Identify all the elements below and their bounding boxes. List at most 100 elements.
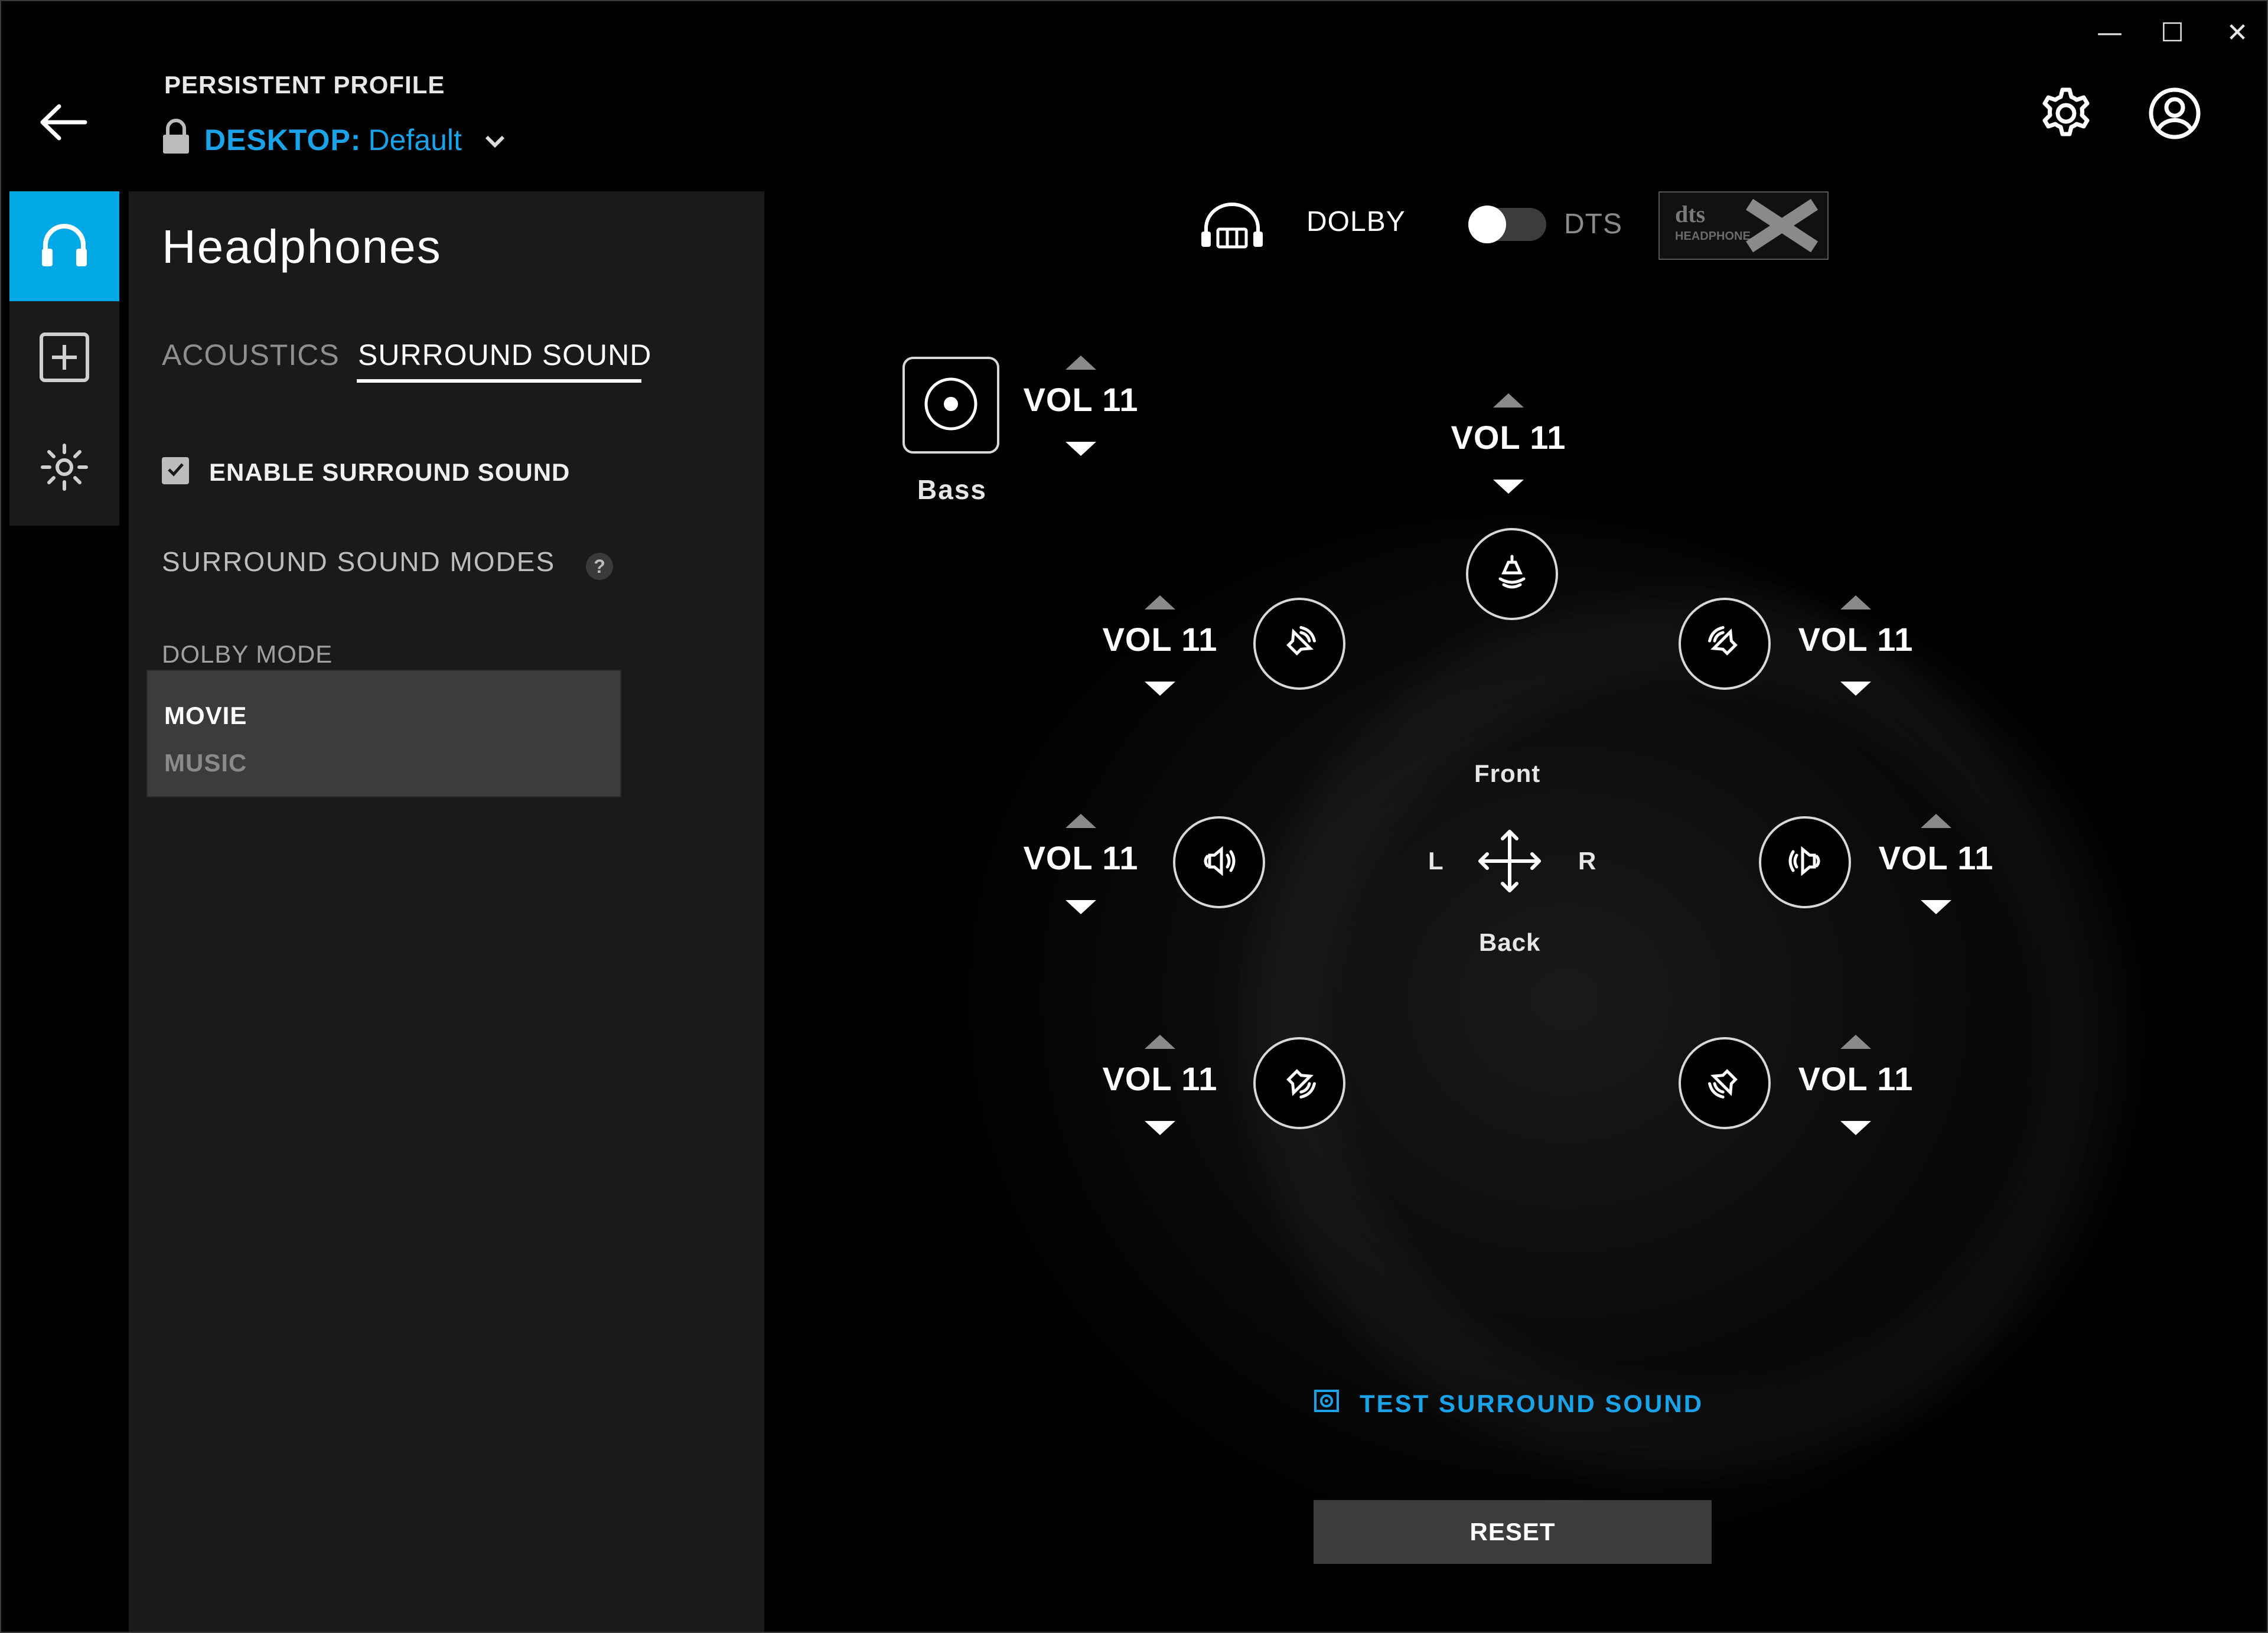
center-vol-value: VOL 11 bbox=[1451, 419, 1566, 456]
bass-vol-down-arrow[interactable] bbox=[1065, 442, 1096, 456]
help-icon[interactable]: ? bbox=[586, 553, 613, 580]
front-left-speaker-icon bbox=[1276, 619, 1323, 669]
front-right-volume: VOL 11 bbox=[1797, 595, 1915, 713]
profile-name: Default bbox=[368, 123, 462, 157]
front-left-volume: VOL 11 bbox=[1101, 595, 1219, 713]
panel-title: Headphones bbox=[162, 220, 442, 273]
side-right-speaker-icon bbox=[1781, 837, 1829, 888]
front-right-vol-up-arrow[interactable] bbox=[1840, 595, 1871, 609]
dts-headphone-x-logo: dts HEADPHONE bbox=[1658, 191, 1829, 260]
front-right-vol-down-arrow[interactable] bbox=[1840, 682, 1871, 696]
front-left-vol-up-arrow[interactable] bbox=[1145, 595, 1175, 609]
side-left-speaker-icon bbox=[1195, 837, 1243, 888]
front-left-vol-down-arrow[interactable] bbox=[1145, 682, 1175, 696]
speaker-test-icon bbox=[1314, 1389, 1340, 1419]
bass-vol-up-arrow[interactable] bbox=[1065, 356, 1096, 370]
dolby-mode-label: DOLBY MODE bbox=[162, 640, 333, 668]
bass-volume: VOL 11 bbox=[1022, 356, 1140, 474]
side-left-speaker-button[interactable] bbox=[1173, 816, 1265, 908]
rail-headphones-button[interactable] bbox=[9, 191, 119, 301]
back-label: Back bbox=[1479, 928, 1541, 956]
front-right-speaker-button[interactable] bbox=[1679, 598, 1771, 690]
front-label: Front bbox=[1474, 760, 1541, 787]
side-right-volume: VOL 11 bbox=[1877, 814, 1995, 932]
side-left-vol-value: VOL 11 bbox=[1023, 839, 1139, 876]
checkmark-icon bbox=[165, 459, 186, 483]
settings-panel: Headphones ACOUSTICS SURROUND SOUND ENAB… bbox=[129, 191, 764, 1632]
profile-selector[interactable]: DESKTOP: Default bbox=[161, 119, 507, 161]
front-left-speaker-button[interactable] bbox=[1253, 598, 1345, 690]
rail-add-button[interactable] bbox=[9, 304, 119, 413]
bass-speaker-button[interactable] bbox=[902, 357, 999, 454]
minimize-button[interactable]: — bbox=[2086, 18, 2133, 48]
rear-right-vol-up-arrow[interactable] bbox=[1840, 1035, 1871, 1049]
center-vol-down-arrow[interactable] bbox=[1493, 480, 1524, 494]
move-arrows-icon[interactable] bbox=[1474, 826, 1545, 899]
sun-lighting-icon bbox=[38, 441, 91, 497]
rear-right-vol-value: VOL 11 bbox=[1798, 1060, 1914, 1097]
dolby-label: DOLBY bbox=[1306, 206, 1406, 237]
rear-left-speaker-button[interactable] bbox=[1253, 1037, 1345, 1129]
app-window: — ☐ ✕ PERSISTENT PROFILE DESKTOP: Default bbox=[0, 0, 2268, 1633]
dolby-mode-option-music[interactable]: MUSIC bbox=[164, 749, 247, 777]
rear-left-speaker-icon bbox=[1276, 1058, 1323, 1109]
rear-left-vol-down-arrow[interactable] bbox=[1145, 1121, 1175, 1135]
rear-left-vol-up-arrow[interactable] bbox=[1145, 1035, 1175, 1049]
dolby-mode-dropdown[interactable]: MOVIE MUSIC bbox=[148, 671, 620, 796]
test-surround-sound-button[interactable]: TEST SURROUND SOUND bbox=[1314, 1389, 1703, 1419]
enable-surround-label[interactable]: ENABLE SURROUND SOUND bbox=[209, 458, 570, 487]
tab-acoustics[interactable]: ACOUSTICS bbox=[162, 338, 340, 372]
back-arrow-icon[interactable] bbox=[37, 96, 90, 149]
side-right-speaker-button[interactable] bbox=[1759, 816, 1851, 908]
headphones-icon bbox=[35, 216, 94, 278]
rear-right-volume: VOL 11 bbox=[1797, 1035, 1915, 1153]
tab-surround-sound[interactable]: SURROUND SOUND bbox=[358, 338, 651, 372]
headphone-surround-icon bbox=[1198, 201, 1266, 253]
rear-right-speaker-icon bbox=[1701, 1058, 1748, 1109]
subwoofer-icon bbox=[918, 371, 983, 439]
svg-text:dts: dts bbox=[1675, 201, 1705, 227]
center-speaker-icon bbox=[1488, 549, 1536, 599]
front-right-vol-value: VOL 11 bbox=[1798, 621, 1914, 658]
enable-surround-checkbox[interactable] bbox=[162, 457, 189, 484]
side-right-vol-value: VOL 11 bbox=[1878, 839, 1994, 876]
profile-label: PERSISTENT PROFILE bbox=[164, 71, 445, 99]
side-left-vol-up-arrow[interactable] bbox=[1065, 814, 1096, 828]
rear-right-vol-down-arrow[interactable] bbox=[1840, 1121, 1871, 1135]
right-label: R bbox=[1578, 847, 1597, 875]
side-left-vol-down-arrow[interactable] bbox=[1065, 900, 1096, 914]
bass-vol-value: VOL 11 bbox=[1023, 381, 1139, 418]
active-tab-underline bbox=[357, 379, 641, 383]
side-left-volume: VOL 11 bbox=[1022, 814, 1140, 932]
front-right-speaker-icon bbox=[1701, 619, 1748, 669]
add-square-icon bbox=[38, 331, 91, 387]
center-speaker-button[interactable] bbox=[1466, 528, 1558, 620]
dts-label: DTS bbox=[1564, 208, 1622, 240]
codec-toggle[interactable] bbox=[1468, 206, 1546, 243]
test-surround-label: TEST SURROUND SOUND bbox=[1360, 1390, 1704, 1417]
gear-icon[interactable] bbox=[2036, 84, 2096, 143]
center-vol-up-arrow[interactable] bbox=[1493, 393, 1524, 408]
svg-text:HEADPHONE: HEADPHONE bbox=[1675, 230, 1751, 243]
bass-label: Bass bbox=[917, 474, 987, 505]
user-account-icon[interactable] bbox=[2145, 84, 2204, 143]
chevron-down-icon bbox=[483, 123, 507, 157]
dolby-mode-option-movie[interactable]: MOVIE bbox=[164, 702, 247, 730]
rear-left-vol-value: VOL 11 bbox=[1102, 1060, 1218, 1097]
maximize-button[interactable]: ☐ bbox=[2149, 18, 2196, 48]
close-button[interactable]: ✕ bbox=[2214, 18, 2261, 48]
rear-right-speaker-button[interactable] bbox=[1679, 1037, 1771, 1129]
toggle-knob bbox=[1468, 206, 1506, 243]
front-left-vol-value: VOL 11 bbox=[1102, 621, 1218, 658]
rail-lighting-button[interactable] bbox=[9, 413, 119, 523]
center-volume: VOL 11 bbox=[1449, 393, 1568, 511]
headset-background-ring bbox=[1241, 592, 2127, 1478]
left-label: L bbox=[1428, 847, 1444, 875]
left-rail bbox=[9, 191, 119, 526]
reset-button[interactable]: RESET bbox=[1314, 1500, 1712, 1564]
surround-modes-label: SURROUND SOUND MODES bbox=[162, 546, 556, 577]
profile-device: DESKTOP: bbox=[204, 123, 361, 157]
side-right-vol-down-arrow[interactable] bbox=[1921, 900, 1951, 914]
side-right-vol-up-arrow[interactable] bbox=[1921, 814, 1951, 828]
lock-icon bbox=[161, 118, 191, 162]
